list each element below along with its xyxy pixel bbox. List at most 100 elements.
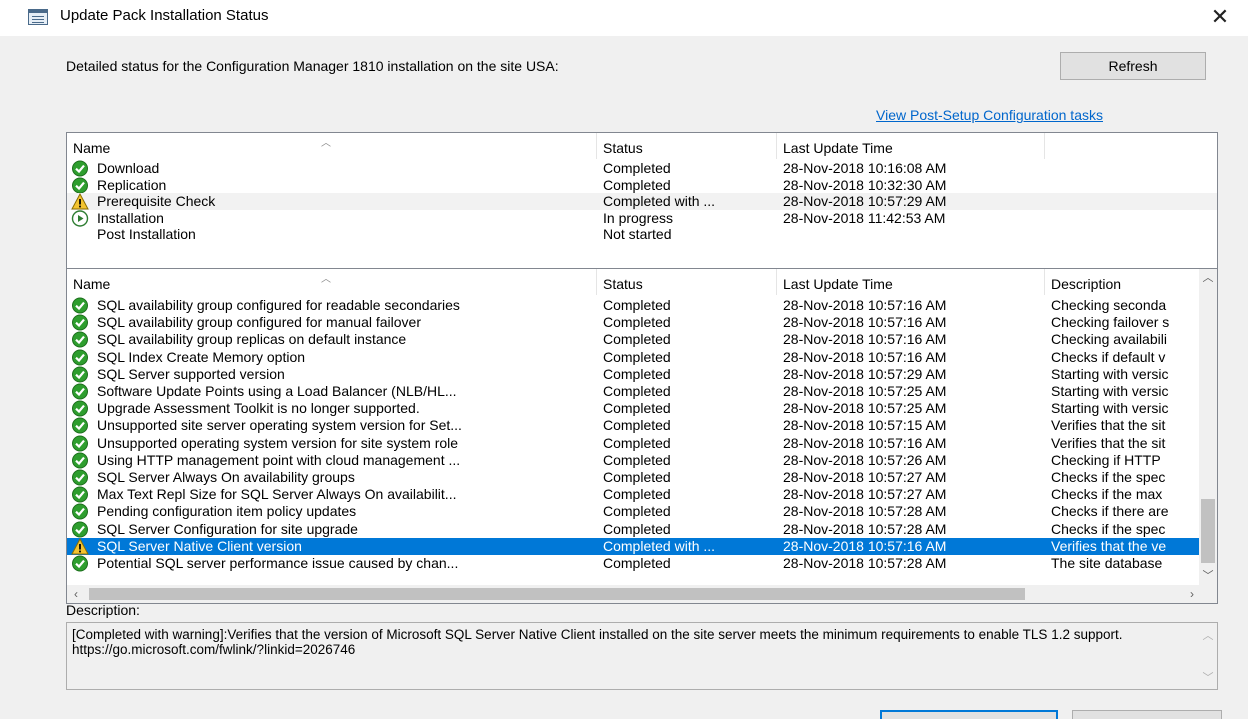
name-cell: Installation [71, 210, 593, 227]
name-text: SQL availability group replicas on defau… [97, 331, 407, 348]
time-cell: 28-Nov-2018 10:57:28 AM [783, 520, 947, 537]
vertical-scroll-thumb[interactable] [1201, 499, 1215, 563]
scroll-down-icon[interactable]: ﹀ [1199, 671, 1217, 686]
status-cell: Completed [603, 400, 671, 417]
status-cell: Completed with ... [603, 193, 716, 210]
time-cell: 28-Nov-2018 10:57:16 AM [783, 297, 947, 313]
column-header-last-update[interactable]: Last Update Time [777, 133, 1045, 159]
column-header-last-update[interactable]: Last Update Time [777, 269, 1045, 295]
name-cell: SQL availability group configured for ma… [71, 314, 593, 331]
time-cell: 28-Nov-2018 10:57:28 AM [783, 503, 947, 520]
scroll-down-icon[interactable]: ﹀ [1199, 567, 1217, 585]
name-text: Replication [97, 176, 167, 193]
desc-cell: Checks if the spec [1051, 469, 1166, 485]
scroll-up-icon[interactable]: ︿ [1199, 269, 1217, 287]
name-text: Unsupported operating system version for… [97, 434, 459, 451]
table-row[interactable]: SQL Server Native Client version Complete… [67, 537, 1217, 555]
desc-cell: Checks if default v [1051, 348, 1166, 365]
table-row[interactable]: Prerequisite Check Completed with ... 28-N… [67, 193, 1217, 211]
prerequisite-details-list[interactable]: Name ︿ Status Last Update Time Descripti… [66, 268, 1218, 604]
desc-cell: Starting with versic [1051, 383, 1169, 399]
table-row[interactable]: Post Installation Not started [67, 226, 1217, 243]
table-row[interactable]: Replication Completed 28-Nov-2018 10:32:30… [67, 177, 1217, 194]
title-bar: Update Pack Installation Status ✕ [0, 0, 1248, 36]
table-row[interactable]: SQL availability group replicas on defau… [67, 331, 1217, 348]
status-cell: Completed [603, 555, 671, 571]
table-row[interactable]: Using HTTP management point with cloud m… [67, 452, 1217, 469]
column-header-status[interactable]: Status [597, 133, 777, 159]
cancel-button[interactable]: Cancel [1072, 710, 1222, 719]
sort-ascending-icon: ︿ [321, 138, 331, 149]
table-row[interactable]: Potential SQL server performance issue c… [67, 555, 1217, 572]
name-text: Post Installation [97, 226, 196, 243]
desc-cell: Starting with versic [1051, 400, 1169, 417]
check-icon [71, 503, 89, 520]
status-cell: Completed [603, 486, 671, 503]
time-cell: 28-Nov-2018 10:57:16 AM [783, 434, 947, 451]
table-row[interactable]: Pending configuration item policy update… [67, 503, 1217, 520]
table-row[interactable]: Upgrade Assessment Toolkit is no longer … [67, 400, 1217, 417]
table-row[interactable]: Download Completed 28-Nov-2018 10:16:08 AM [67, 160, 1217, 177]
intro-text: Detailed status for the Configuration Ma… [66, 58, 559, 74]
post-setup-tasks-link[interactable]: View Post-Setup Configuration tasks [876, 107, 1103, 123]
table-row[interactable]: Software Update Points using a Load Bala… [67, 383, 1217, 400]
table-row[interactable]: SQL Server Configuration for site upgrad… [67, 521, 1217, 538]
scroll-left-icon[interactable]: ‹ [67, 585, 85, 603]
check-icon [71, 383, 89, 400]
check-icon [71, 400, 89, 417]
dialog-client-area: Detailed status for the Configuration Ma… [0, 36, 1248, 719]
time-cell: 28-Nov-2018 10:16:08 AM [783, 160, 947, 176]
check-icon [71, 521, 89, 538]
description-scrollbar[interactable]: ︿ ﹀ [1199, 623, 1217, 689]
column-header-description[interactable]: Description [1045, 269, 1201, 295]
close-button[interactable]: ✕ [1200, 2, 1240, 34]
horizontal-scrollbar[interactable]: ‹ › [67, 585, 1201, 603]
scroll-up-icon[interactable]: ︿ [1199, 629, 1217, 644]
table-row[interactable]: SQL Server supported version Completed 28-… [67, 366, 1217, 383]
ok-button[interactable]: OK [880, 710, 1058, 719]
table-row[interactable]: SQL Index Create Memory option Completed 2… [67, 349, 1217, 366]
time-cell: 28-Nov-2018 11:42:53 AM [783, 209, 946, 226]
name-cell: Max Text Repl Size for SQL Server Always… [71, 486, 593, 503]
name-cell: Potential SQL server performance issue c… [71, 555, 593, 572]
table-row[interactable]: SQL Server Always On availability groups… [67, 469, 1217, 486]
column-header-status[interactable]: Status [597, 269, 777, 295]
column-header-name[interactable]: Name [67, 269, 597, 295]
name-cell: Unsupported site server operating system… [71, 417, 593, 434]
name-text: Download [97, 160, 160, 176]
table-row[interactable]: SQL availability group configured for ma… [67, 314, 1217, 331]
name-cell: SQL Server Configuration for site upgrad… [71, 521, 593, 538]
check-icon [71, 486, 89, 503]
status-cell: Completed [603, 451, 671, 468]
table-row[interactable]: SQL availability group configured for re… [67, 297, 1217, 314]
table-row[interactable]: Unsupported operating system version for… [67, 435, 1217, 452]
stages-list[interactable]: Name ︿ Status Last Update Time Download C… [66, 132, 1218, 288]
desc-cell: Verifies that the sit [1051, 417, 1166, 434]
name-cell: SQL availability group configured for re… [71, 297, 593, 314]
name-cell: Upgrade Assessment Toolkit is no longer … [71, 400, 593, 417]
check-icon [71, 417, 89, 434]
table-row[interactable]: Max Text Repl Size for SQL Server Always… [67, 486, 1217, 503]
status-cell: Completed with ... [603, 537, 716, 554]
check-icon [71, 314, 89, 331]
name-text: Max Text Repl Size for SQL Server Always… [97, 486, 457, 503]
name-cell: SQL Server Native Client version [71, 537, 593, 555]
vertical-scrollbar[interactable]: ︿ ﹀ [1199, 269, 1217, 585]
name-cell: SQL Index Create Memory option [71, 349, 593, 366]
play-icon [71, 210, 89, 227]
time-cell: 28-Nov-2018 10:57:27 AM [783, 486, 947, 503]
horizontal-scroll-thumb[interactable] [89, 588, 1025, 600]
column-header-name[interactable]: Name [67, 133, 597, 159]
desc-cell: Checks if the max [1051, 486, 1163, 503]
table-row[interactable]: Installation In progress 28-Nov-2018 11:42… [67, 210, 1217, 227]
table-row[interactable]: Unsupported site server operating system… [67, 417, 1217, 434]
refresh-button[interactable]: Refresh [1060, 52, 1206, 80]
description-text-box[interactable]: [Completed with warning]:Verifies that t… [66, 622, 1218, 690]
check-icon [71, 160, 89, 177]
status-cell: Completed [603, 503, 671, 520]
status-cell: Completed [603, 348, 671, 365]
name-cell: Post Installation [71, 226, 593, 243]
check-icon [71, 469, 89, 486]
desc-cell: Checks if there are [1051, 503, 1169, 520]
status-cell: Completed [603, 176, 671, 193]
